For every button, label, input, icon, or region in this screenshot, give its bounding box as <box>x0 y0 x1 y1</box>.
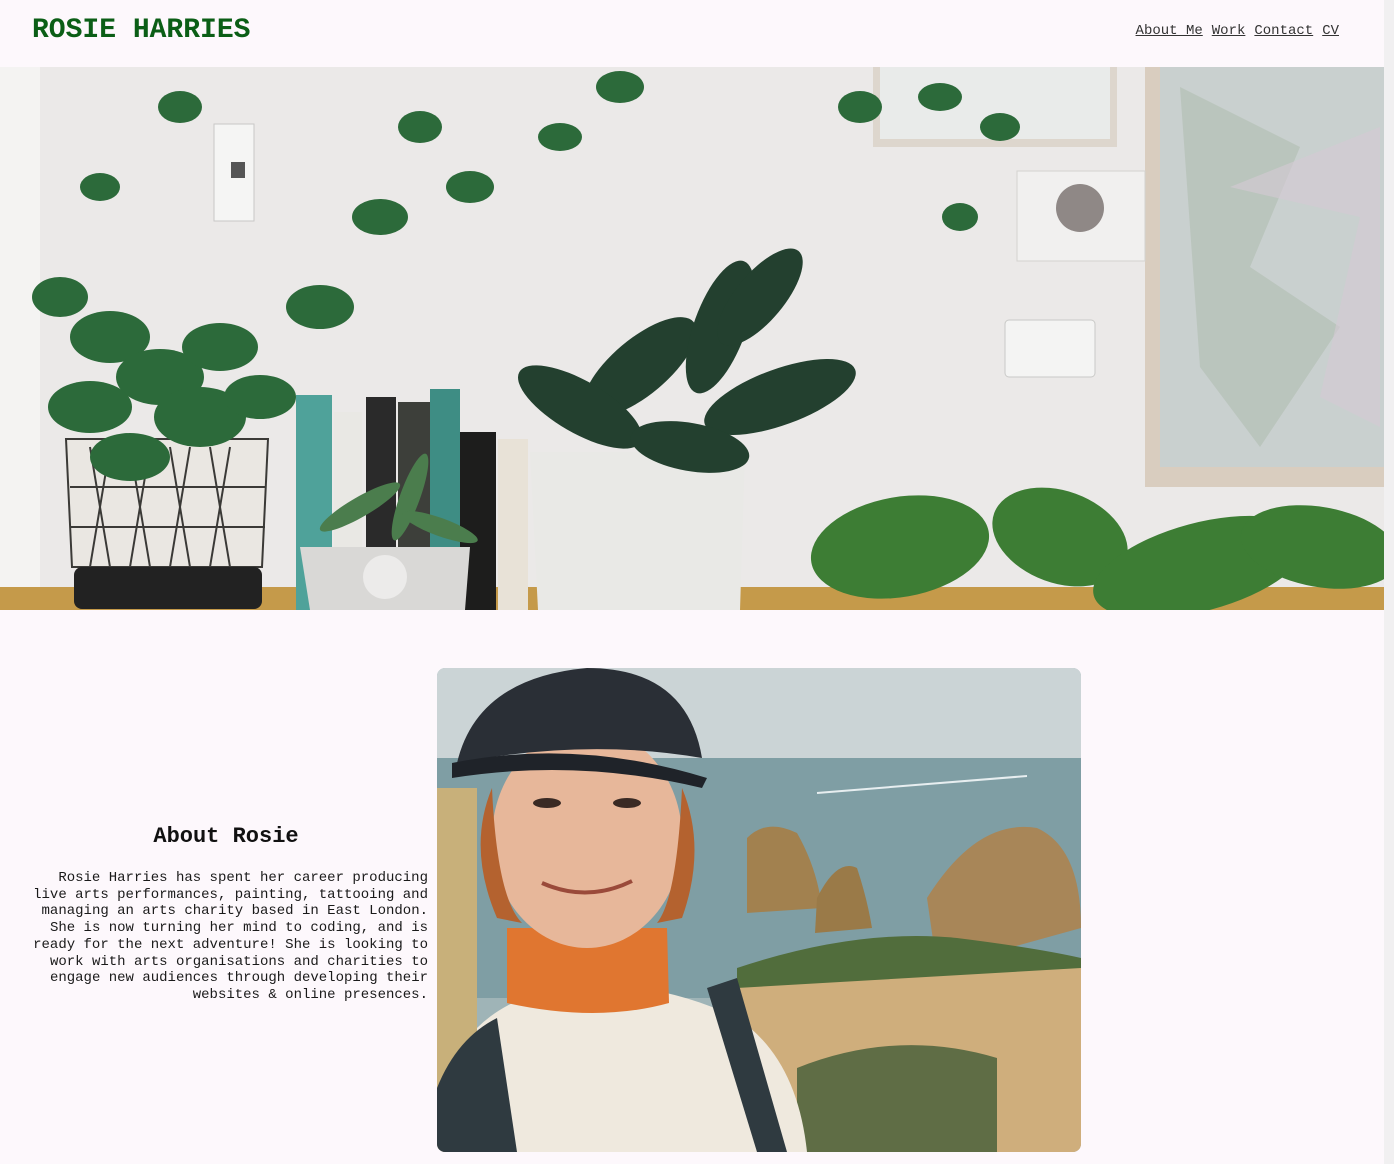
site-title[interactable]: ROSIE HARRIES <box>32 14 250 48</box>
profile-photo <box>437 668 1081 1152</box>
about-heading: About Rosie <box>153 824 299 849</box>
nav-link-cv[interactable]: CV <box>1322 22 1339 40</box>
hero-plants-illustration <box>0 67 1384 610</box>
main-nav: About Me Work Contact CV <box>1136 22 1339 40</box>
nav-link-work[interactable]: Work <box>1212 22 1246 40</box>
site-header: ROSIE HARRIES About Me Work Contact CV <box>0 0 1384 67</box>
nav-link-contact[interactable]: Contact <box>1254 22 1313 40</box>
scrollbar[interactable] <box>1384 0 1394 1164</box>
nav-link-about-me[interactable]: About Me <box>1136 22 1203 40</box>
hero-image <box>0 67 1384 610</box>
profile-photo-illustration <box>437 668 1081 1152</box>
about-body: Rosie Harries has spent her career produ… <box>33 870 428 1003</box>
about-section: About Rosie Rosie Harries has spent her … <box>24 822 428 1004</box>
